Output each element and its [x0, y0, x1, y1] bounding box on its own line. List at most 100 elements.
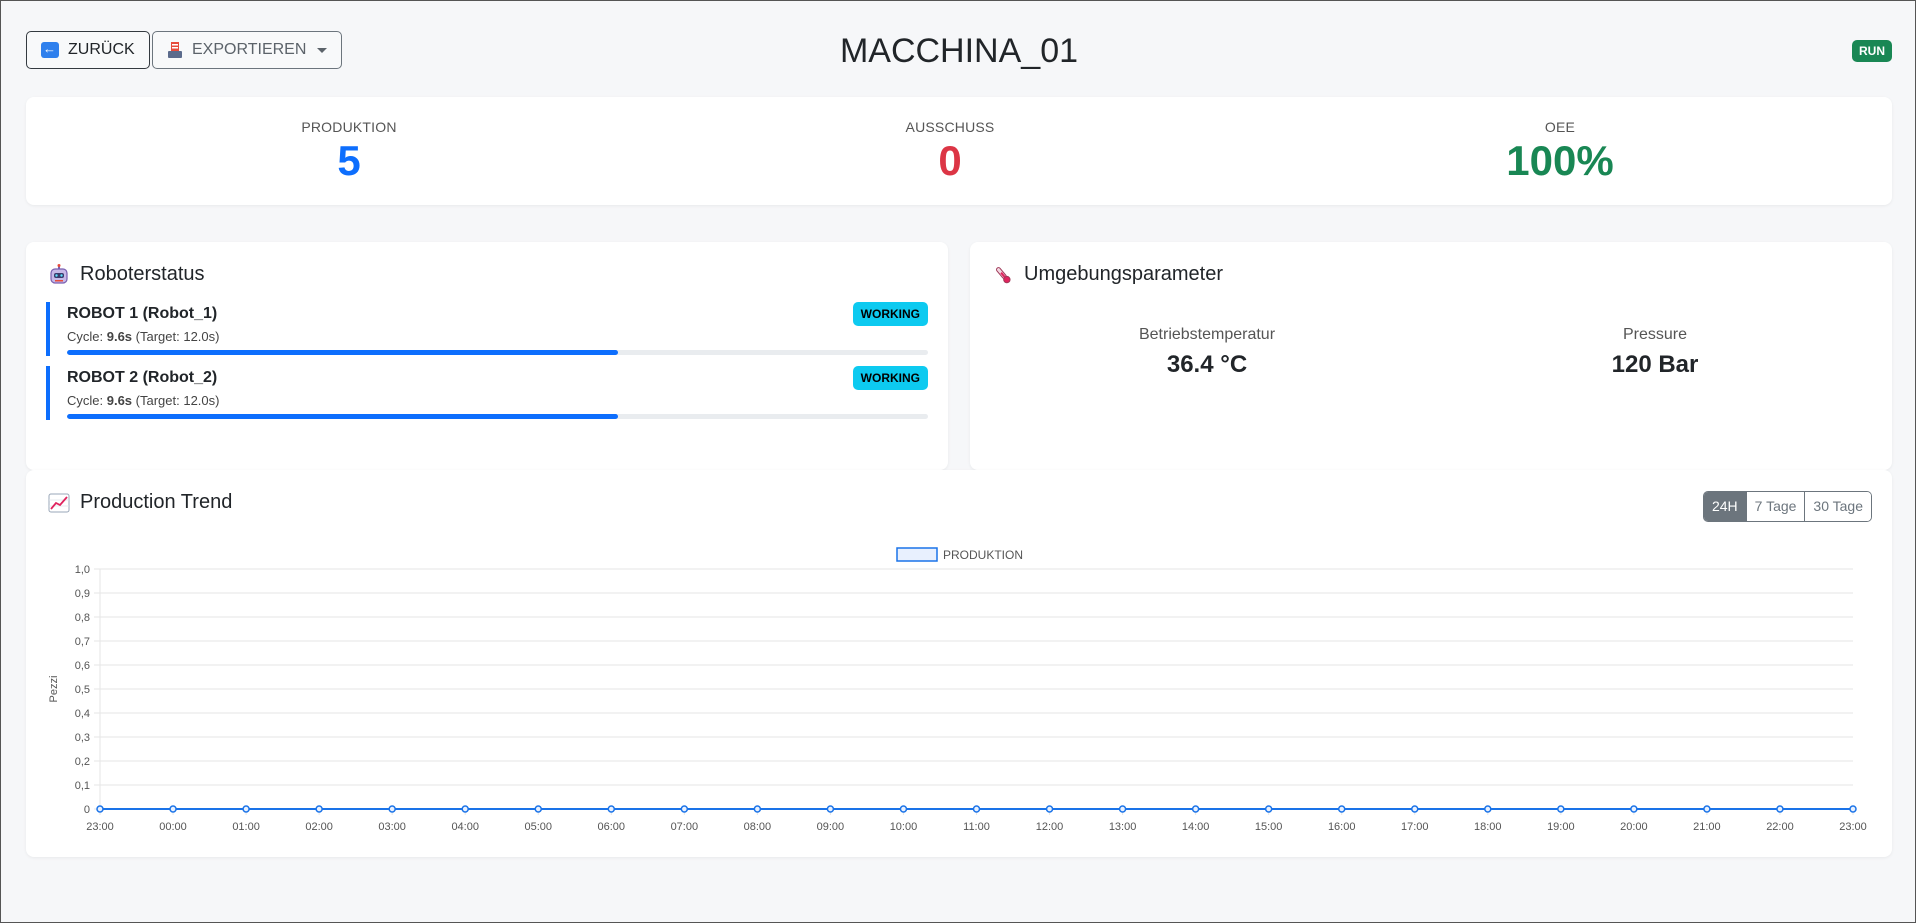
data-point: [972, 805, 981, 813]
temperature-param: Betriebstemperatur 36.4 °C: [1057, 326, 1357, 379]
back-button-label: ZURÜCK: [68, 41, 135, 58]
data-point: [461, 805, 469, 813]
x-tick-label: 02:00: [305, 821, 333, 833]
temperature-label: Betriebstemperatur: [1138, 326, 1276, 343]
environment-title: Umgebungsparameter: [992, 263, 1223, 286]
robot-status-card: Roboterstatus ROBOT 1 (Robot_1) Cycle: 9…: [26, 242, 948, 470]
data-point: [1630, 805, 1638, 813]
robot-item: ROBOT 2 (Robot_2) Cycle: 9.6s (Target: 1…: [46, 366, 928, 420]
x-tick-label: 23:00: [1839, 821, 1867, 833]
environment-card: Umgebungsparameter Betriebstemperatur 36…: [970, 242, 1892, 470]
data-point: [96, 805, 104, 813]
data-point: [1484, 805, 1492, 813]
robot-cycle-target: (Target: 12.0s): [132, 329, 220, 344]
robot-cycle-prefix: Cycle:: [67, 329, 107, 344]
x-tick-label: 07:00: [671, 821, 699, 833]
status-badge: RUN: [1852, 40, 1892, 62]
y-tick-label: 0,3: [75, 732, 90, 744]
kpi-oee-value: 100%: [1506, 137, 1614, 184]
x-tick-label: 06:00: [598, 821, 626, 833]
robot-progress-fill: [67, 350, 619, 355]
data-point: [826, 805, 835, 813]
data-point: [1337, 805, 1346, 813]
kpi-card: PRODUKTION 5 AUSSCHUSS 0 OEE 100%: [26, 97, 1892, 205]
data-point: [1191, 805, 1200, 813]
robot-icon: [50, 263, 68, 284]
robot-cycle-value: 9.6s: [106, 393, 133, 408]
production-trend-card: Production Trend 24H 7 Tage 30 Tage 0 0,1…: [26, 470, 1892, 857]
data-point: [1703, 805, 1711, 813]
back-arrow-icon: [41, 41, 59, 58]
data-point: [388, 805, 396, 813]
x-tick-label: 13:00: [1109, 821, 1137, 833]
x-tick-label: 17:00: [1401, 821, 1429, 833]
data-point: [1264, 805, 1273, 813]
x-tick-label: 14:00: [1182, 821, 1210, 833]
robot-item: ROBOT 1 (Robot_1) Cycle: 9.6s (Target: 1…: [46, 302, 928, 356]
robot-progress-fill: [67, 414, 619, 419]
y-tick-label: 0: [84, 804, 90, 816]
kpi-production-value: 5: [337, 137, 361, 184]
kpi-oee: OEE 100%: [1410, 119, 1710, 185]
robot-name: ROBOT 1 (Robot_1): [67, 305, 218, 322]
x-tick-label: 00:00: [159, 821, 187, 833]
robot-status-title-text: Roboterstatus: [80, 263, 205, 285]
x-tick-label: 23:00: [86, 821, 114, 833]
y-tick-label: 0,6: [75, 660, 90, 672]
y-axis-label: Pezzi: [48, 676, 60, 703]
export-tray-icon: [168, 42, 182, 58]
x-tick-label: 15:00: [1255, 821, 1283, 833]
robot-name: ROBOT 2 (Robot_2): [67, 369, 218, 386]
x-tick-label: 12:00: [1036, 821, 1064, 833]
x-tick-label: 10:00: [890, 821, 918, 833]
production-trend-chart: 0 0,1 0,2 0,3 0,4 0,5 0,6 0,7 0,8 0,9 1,0 23:00 00:0…: [48, 547, 1867, 833]
back-button[interactable]: ZURÜCK: [26, 31, 150, 69]
temperature-value: 36.4 °C: [1166, 351, 1248, 378]
robot-cycle-target: (Target: 12.0s): [132, 393, 220, 408]
data-point: [315, 805, 323, 813]
kpi-scrap-label: AUSSCHUSS: [905, 119, 995, 135]
y-tick-label: 0,1: [75, 780, 90, 792]
data-point: [607, 805, 616, 813]
x-tick-label: 22:00: [1766, 821, 1794, 833]
data-point: [1849, 805, 1857, 813]
y-tick-label: 0,2: [75, 756, 90, 768]
kpi-scrap: AUSSCHUSS 0: [800, 119, 1100, 185]
x-tick-label: 20:00: [1620, 821, 1648, 833]
robot-status-badge: WORKING: [852, 366, 928, 390]
data-point: [242, 805, 250, 813]
x-tick-label: 04:00: [451, 821, 479, 833]
data-point: [1118, 805, 1127, 813]
pressure-param: Pressure 120 Bar: [1505, 326, 1805, 379]
robot-cycle: Cycle: 9.6s (Target: 12.0s): [67, 393, 219, 408]
pressure-value: 120 Bar: [1611, 351, 1699, 378]
robot-cycle-prefix: Cycle:: [67, 393, 107, 408]
thermometer-icon: [996, 266, 1011, 283]
x-tick-label: 05:00: [524, 821, 552, 833]
x-tick-label: 03:00: [378, 821, 406, 833]
robot-cycle: Cycle: 9.6s (Target: 12.0s): [67, 329, 219, 344]
kpi-oee-label: OEE: [1544, 119, 1576, 135]
robot-progress-bar: [67, 350, 928, 355]
data-point: [1045, 805, 1054, 813]
pressure-label: Pressure: [1622, 326, 1688, 343]
y-tick-label: 0,4: [75, 708, 90, 720]
data-point: [1557, 805, 1565, 813]
data-point: [534, 805, 542, 813]
kpi-scrap-value: 0: [938, 137, 962, 184]
x-tick-label: 11:00: [963, 821, 990, 833]
legend-label: PRODUKTION: [943, 548, 1023, 562]
legend-swatch: [896, 547, 938, 562]
robot-progress-bar: [67, 414, 928, 419]
kpi-production-label: PRODUKTION: [301, 119, 397, 135]
export-dropdown-button[interactable]: EXPORTIEREN: [152, 31, 343, 69]
y-tick-label: 0,8: [75, 612, 90, 624]
x-tick-label: 08:00: [744, 821, 772, 833]
x-tick-label: 19:00: [1547, 821, 1575, 833]
export-button-label: EXPORTIEREN: [192, 41, 307, 58]
robot-cycle-value: 9.6s: [106, 329, 133, 344]
data-point: [753, 805, 762, 813]
x-tick-label: 09:00: [817, 821, 845, 833]
chevron-down-icon: [317, 47, 328, 53]
x-tick-label: 01:00: [232, 821, 260, 833]
